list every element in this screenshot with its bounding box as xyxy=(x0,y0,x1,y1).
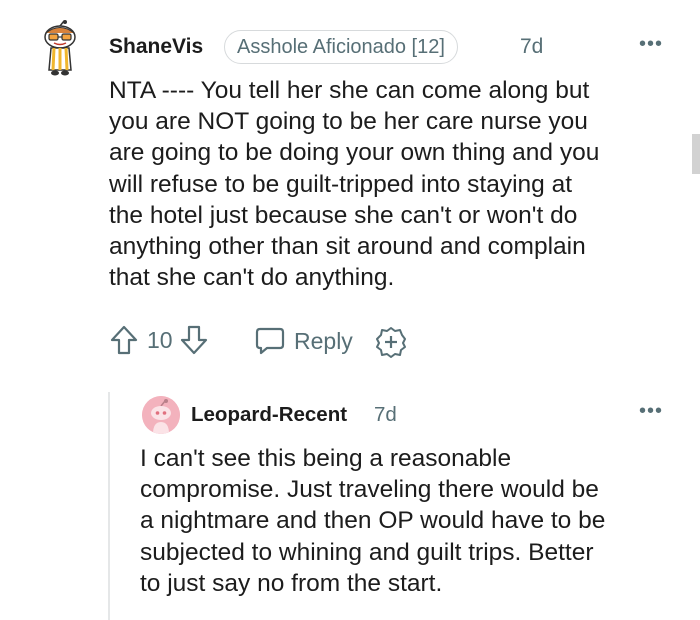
user-avatar[interactable] xyxy=(38,20,82,76)
reply-line: I can't see this being a reasonable xyxy=(140,445,512,472)
comment-line: the hotel just because she can't or won'… xyxy=(109,201,578,229)
reply-body: I can't see this being a reasonable comp… xyxy=(140,443,690,599)
snoo-avatar-icon xyxy=(142,396,180,434)
reply-line: compromise. Just traveling there would b… xyxy=(140,476,599,504)
thread-line[interactable] xyxy=(108,392,110,620)
comment-line: NTA ---- You tell her she can come along… xyxy=(109,77,590,104)
downvote-arrow-icon xyxy=(180,325,207,355)
downvote-button[interactable] xyxy=(179,324,209,356)
comment-line: will refuse to be guilt-tripped into sta… xyxy=(109,170,573,198)
comment-username[interactable]: ShaneVis xyxy=(109,35,203,59)
reply-username[interactable]: Leopard-Recent xyxy=(191,403,347,427)
award-button[interactable] xyxy=(375,326,407,363)
upvote-arrow-icon xyxy=(110,325,138,355)
more-options-button[interactable]: ••• xyxy=(639,33,663,56)
reply-line: subjected to whining and guilt trips. Be… xyxy=(140,538,594,566)
snoo-avatar-icon xyxy=(44,20,76,76)
reply-user-avatar[interactable] xyxy=(142,396,180,434)
reply-more-options-button[interactable]: ••• xyxy=(639,400,663,423)
reply-timestamp[interactable]: 7d xyxy=(374,403,397,427)
reply-button[interactable]: Reply xyxy=(254,326,353,356)
scrollbar-thumb[interactable] xyxy=(692,134,700,174)
reply-line: to just say no from the start. xyxy=(140,569,443,597)
reply-line: a nightmare and then OP would have to be xyxy=(140,507,606,535)
user-flair: Asshole Aficionado [12] xyxy=(224,30,458,64)
comment-line: are going to be doing your own thing and… xyxy=(109,139,600,167)
vote-controls: 10 xyxy=(109,324,209,356)
comment-line: that she can't do anything. xyxy=(109,264,395,292)
comment-line: you are NOT going to be her care nurse y… xyxy=(109,108,588,136)
vote-count: 10 xyxy=(147,326,173,353)
upvote-button[interactable] xyxy=(109,324,139,356)
reply-label: Reply xyxy=(294,327,353,354)
award-plus-icon xyxy=(376,327,406,358)
comment-line: anything other than sit around and compl… xyxy=(109,233,586,261)
comment-timestamp[interactable]: 7d xyxy=(520,35,543,59)
speech-bubble-icon xyxy=(255,327,285,355)
comment-body: NTA ---- You tell her she can come along… xyxy=(109,75,679,293)
